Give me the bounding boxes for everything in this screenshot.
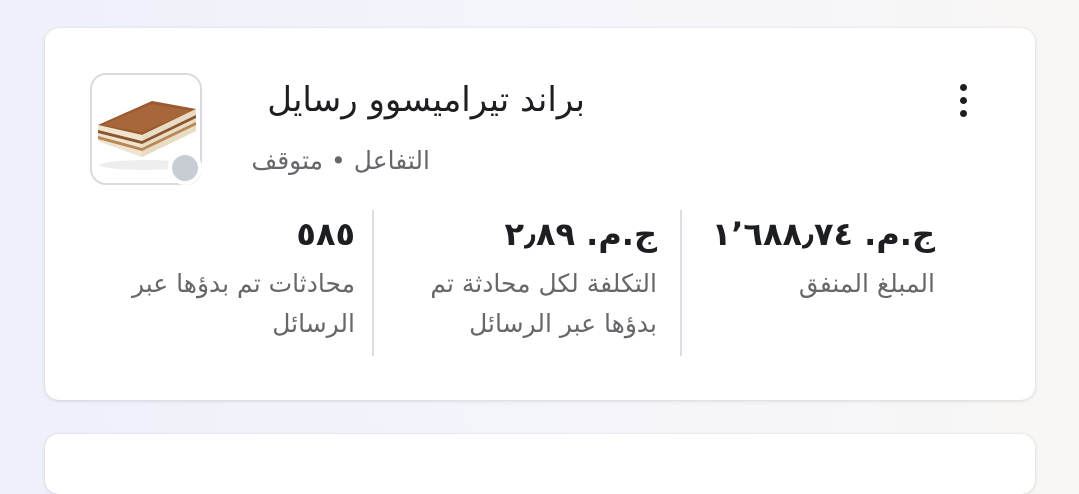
- campaign-thumbnail[interactable]: [90, 73, 202, 185]
- next-campaign-card[interactable]: [45, 434, 1035, 494]
- metric-label: التكلفة لكل محادثة تم بدؤها عبر الرسائل: [430, 269, 657, 338]
- meta-separator: •: [331, 146, 346, 175]
- campaign-status: متوقف: [251, 146, 324, 175]
- campaign-title[interactable]: براند تيراميسوو رسايل: [267, 80, 585, 120]
- paused-status-dot: [168, 151, 202, 185]
- metric-divider: [680, 210, 682, 356]
- more-options-icon[interactable]: [945, 76, 981, 124]
- metric-cost-per-conversation: ج.م. ٢٫٨٩ التكلفة لكل محادثة تم بدؤها عب…: [387, 210, 657, 344]
- campaign-meta: التفاعل•متوقف: [251, 146, 430, 175]
- metric-value: ج.م. ٢٫٨٩: [504, 215, 657, 253]
- metric-value: ج.م. ١٬٦٨٨٫٧٤: [711, 215, 935, 253]
- metric-label: المبلغ المنفق: [798, 269, 935, 298]
- metric-divider: [372, 210, 374, 356]
- campaign-objective: التفاعل: [353, 146, 430, 175]
- metric-value: ٥٨٥: [296, 215, 355, 253]
- metric-conversations-started: ٥٨٥ محادثات تم بدؤها عبر الرسائل: [85, 210, 355, 344]
- metric-amount-spent: ج.م. ١٬٦٨٨٫٧٤ المبلغ المنفق: [695, 210, 935, 304]
- campaign-card[interactable]: براند تيراميسوو رسايل التفاعل•متوقف ج.م.…: [45, 28, 1035, 400]
- more-dot: [959, 109, 967, 117]
- more-dot: [959, 96, 967, 104]
- more-dot: [959, 83, 967, 91]
- metric-label: محادثات تم بدؤها عبر الرسائل: [131, 269, 355, 338]
